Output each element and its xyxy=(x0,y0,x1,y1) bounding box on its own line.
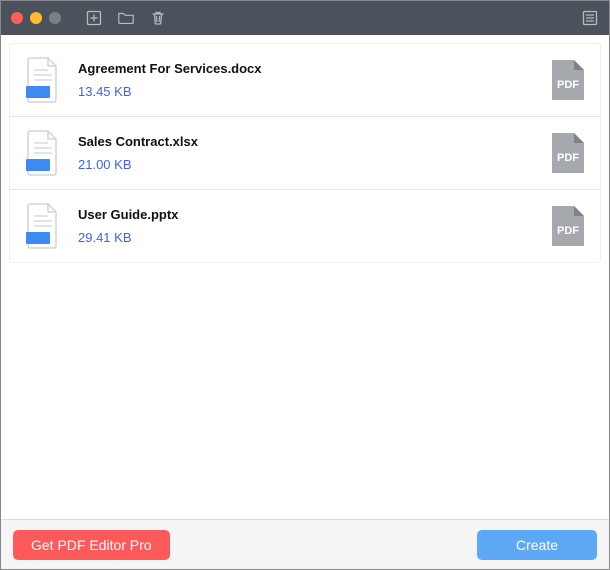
trash-icon[interactable] xyxy=(149,9,167,27)
toolbar-icons xyxy=(85,9,167,27)
document-icon xyxy=(24,56,64,104)
folder-icon[interactable] xyxy=(117,9,135,27)
file-name: User Guide.pptx xyxy=(78,207,536,222)
window-controls xyxy=(11,12,61,24)
file-info: User Guide.pptx 29.41 KB xyxy=(78,207,536,245)
file-row[interactable]: User Guide.pptx 29.41 KB PDF xyxy=(10,190,600,262)
file-list: Agreement For Services.docx13.45 KBPDFSa… xyxy=(9,43,601,263)
footer: Get PDF Editor Pro Create xyxy=(1,519,609,569)
add-file-icon[interactable] xyxy=(85,9,103,27)
file-name: Agreement For Services.docx xyxy=(78,61,536,76)
close-window-button[interactable] xyxy=(11,12,23,24)
get-pdf-editor-pro-button[interactable]: Get PDF Editor Pro xyxy=(13,530,170,560)
file-info: Agreement For Services.docx 13.45 KB xyxy=(78,61,536,99)
file-size: 21.00 KB xyxy=(78,157,536,172)
file-size: 13.45 KB xyxy=(78,84,536,99)
list-icon[interactable] xyxy=(581,9,599,27)
file-size: 29.41 KB xyxy=(78,230,536,245)
file-row[interactable]: Sales Contract.xlsx 21.00 KB PDF xyxy=(10,117,600,190)
pdf-icon: PDF xyxy=(550,204,586,248)
titlebar xyxy=(1,1,609,35)
svg-text:PDF: PDF xyxy=(557,152,579,164)
pdf-icon: PDF xyxy=(550,58,586,102)
content-area: Agreement For Services.docx13.45 KBPDFSa… xyxy=(1,35,609,519)
svg-text:PDF: PDF xyxy=(557,79,579,91)
minimize-window-button[interactable] xyxy=(30,12,42,24)
file-row[interactable]: Agreement For Services.docx 13.45 KB PDF xyxy=(10,44,600,117)
svg-text:PDF: PDF xyxy=(557,225,579,237)
create-button[interactable]: Create xyxy=(477,530,597,560)
document-icon xyxy=(24,129,64,177)
document-icon xyxy=(24,202,64,250)
pdf-icon: PDF xyxy=(550,131,586,175)
file-info: Sales Contract.xlsx 21.00 KB xyxy=(78,134,536,172)
maximize-window-button[interactable] xyxy=(49,12,61,24)
file-name: Sales Contract.xlsx xyxy=(78,134,536,149)
